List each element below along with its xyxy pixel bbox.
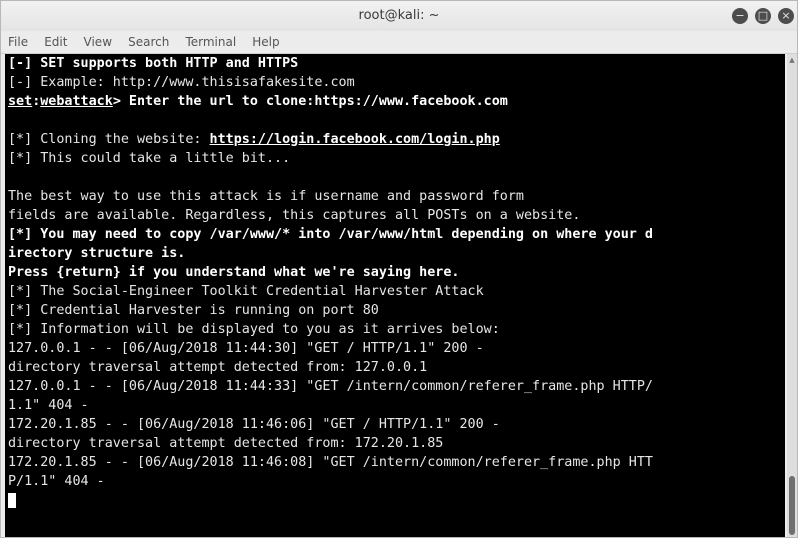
terminal-line-text: The best way to use this attack is if us… <box>8 189 524 204</box>
menu-file[interactable]: File <box>8 31 28 53</box>
prompt-webattack: webattack <box>40 94 113 109</box>
terminal-line: [*] Credential Harvester is running on p… <box>8 301 379 320</box>
maximize-icon[interactable]: □ <box>755 8 771 24</box>
minimize-icon[interactable]: − <box>732 8 748 24</box>
terminal-line: directory traversal attempt detected fro… <box>8 358 427 377</box>
terminal-line: The best way to use this attack is if us… <box>8 187 524 206</box>
terminal-line: [*] The Social-Engineer Toolkit Credenti… <box>8 282 484 301</box>
menu-help[interactable]: Help <box>252 31 279 53</box>
terminal-line-text: [*] Credential Harvester is running on p… <box>8 303 379 318</box>
terminal-line-text: [*] This could take a little bit... <box>8 151 291 166</box>
terminal-line-text: [-] Example: http://www.thisisafakesite.… <box>8 75 355 90</box>
cloning-url-link[interactable]: https://login.facebook.com/login.php <box>210 132 500 147</box>
terminal-line: 172.20.1.85 - - [06/Aug/2018 11:46:06] "… <box>8 415 500 434</box>
prompt-set: set <box>8 94 33 109</box>
terminal-scrollbar[interactable]: ▲ <box>787 54 797 537</box>
terminal-line: directory traversal attempt detected fro… <box>8 434 443 453</box>
terminal-line: [*] Information will be displayed to you… <box>8 320 500 339</box>
terminal-line: P/1.1" 404 - <box>8 472 105 491</box>
terminal-output[interactable]: [-] SET supports both HTTP and HTTPS [-]… <box>5 54 785 537</box>
scroll-up-icon[interactable]: ▲ <box>787 56 797 64</box>
terminal-line: 1.1" 404 - <box>8 396 89 415</box>
prompt-command: > Enter the url to clone:https://www.fac… <box>112 94 508 109</box>
terminal-window: root@kali: ~ − □ × File Edit View Search… <box>0 0 798 538</box>
terminal-line-text: 127.0.0.1 - - [06/Aug/2018 11:44:33] "GE… <box>8 379 653 394</box>
terminal-line-text: 127.0.0.1 - - [06/Aug/2018 11:44:30] "GE… <box>8 341 484 356</box>
terminal-line-text: 1.1" 404 - <box>8 398 89 413</box>
cloning-prefix: [*] Cloning the website: <box>8 132 210 147</box>
close-icon[interactable]: × <box>778 8 794 24</box>
terminal-line: [-] SET supports both HTTP and HTTPS <box>8 54 298 73</box>
terminal-line-text: [*] Information will be displayed to you… <box>8 322 500 337</box>
terminal-line-text: [*] You may need to copy /var/www/* into… <box>8 227 653 242</box>
scrollbar-thumb[interactable] <box>789 476 795 535</box>
terminal-line-text: fields are available. Regardless, this c… <box>8 208 581 223</box>
terminal-prompt-line: set:webattack> Enter the url to clone:ht… <box>8 92 508 111</box>
window-title: root@kali: ~ <box>358 8 440 23</box>
terminal-line-text: [-] SET supports both HTTP and HTTPS <box>8 56 299 71</box>
terminal-line: [*] You may need to copy /var/www/* into… <box>8 225 653 244</box>
terminal-line-text: 172.20.1.85 - - [06/Aug/2018 11:46:08] "… <box>8 455 653 470</box>
menu-edit[interactable]: Edit <box>44 31 67 53</box>
menu-search[interactable]: Search <box>128 31 169 53</box>
terminal-line-text: directory traversal attempt detected fro… <box>8 360 428 375</box>
terminal-line: 127.0.0.1 - - [06/Aug/2018 11:44:33] "GE… <box>8 377 653 396</box>
terminal-cursor <box>8 492 16 508</box>
menu-view[interactable]: View <box>84 31 112 53</box>
terminal-line: 127.0.0.1 - - [06/Aug/2018 11:44:30] "GE… <box>8 339 484 358</box>
terminal-line-text: P/1.1" 404 - <box>8 474 105 489</box>
terminal-line-text: irectory structure is. <box>8 246 186 261</box>
terminal-line-text: 172.20.1.85 - - [06/Aug/2018 11:46:06] "… <box>8 417 500 432</box>
terminal-line: [*] This could take a little bit... <box>8 149 290 168</box>
menu-terminal[interactable]: Terminal <box>185 31 236 53</box>
title-bar[interactable]: root@kali: ~ − □ × <box>1 1 797 31</box>
terminal-line-text: Press {return} if you understand what we… <box>8 265 460 280</box>
terminal-line-text: [*] The Social-Engineer Toolkit Credenti… <box>8 284 484 299</box>
terminal-line: Press {return} if you understand what we… <box>8 263 459 282</box>
terminal-line: 172.20.1.85 - - [06/Aug/2018 11:46:08] "… <box>8 453 653 472</box>
terminal-line: fields are available. Regardless, this c… <box>8 206 580 225</box>
menu-bar: File Edit View Search Terminal Help <box>1 31 797 54</box>
terminal-line: [-] Example: http://www.thisisafakesite.… <box>8 73 355 92</box>
terminal-line: irectory structure is. <box>8 244 185 263</box>
terminal-line: [*] Cloning the website: https://login.f… <box>8 130 500 149</box>
terminal-cursor-line <box>8 491 16 510</box>
terminal-line-text: directory traversal attempt detected fro… <box>8 436 444 451</box>
